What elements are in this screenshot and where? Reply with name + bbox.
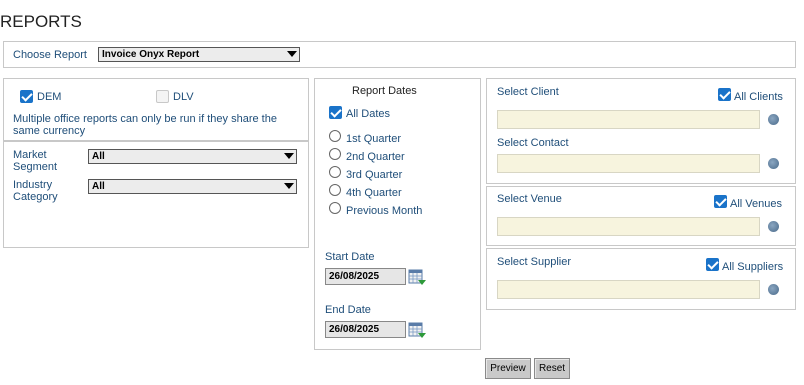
dem-checkbox[interactable] [20, 90, 33, 103]
select-client-label: Select Client [497, 86, 559, 98]
dlv-label: DLV [173, 91, 194, 103]
all-dates-checkbox[interactable] [329, 106, 342, 119]
quarter-3-radio[interactable] [329, 166, 341, 178]
client-panel: Select Client All Clients Select Contact [486, 78, 796, 184]
market-segment-value: All [92, 151, 105, 162]
quarter-2-label: 2nd Quarter [346, 151, 405, 163]
all-clients-checkbox[interactable] [718, 88, 731, 101]
all-dates-label: All Dates [346, 108, 391, 120]
supplier-panel: Select Supplier All Suppliers [486, 248, 796, 310]
client-field[interactable] [497, 110, 760, 129]
globe-icon[interactable] [768, 114, 779, 125]
quarter-2-radio[interactable] [329, 148, 341, 160]
all-suppliers-label: All Suppliers [722, 261, 784, 273]
previous-month-label: Previous Month [346, 205, 423, 217]
supplier-field[interactable] [497, 280, 760, 299]
quarter-3-label: 3rd Quarter [346, 169, 403, 181]
globe-icon[interactable] [768, 158, 779, 169]
quarter-1-radio[interactable] [329, 130, 341, 142]
choose-report-panel: Choose Report Invoice Onyx Report [3, 41, 796, 68]
calendar-icon[interactable] [408, 269, 426, 285]
chevron-down-icon [284, 153, 294, 159]
reset-button[interactable]: Reset [534, 358, 570, 379]
calendar-icon[interactable] [408, 322, 426, 338]
select-contact-label: Select Contact [497, 137, 569, 149]
start-date-label: Start Date [325, 251, 375, 263]
select-venue-label: Select Venue [497, 193, 562, 205]
all-clients-label: All Clients [734, 91, 783, 103]
end-date-label: End Date [325, 304, 371, 316]
start-date-input[interactable]: 26/08/2025 [325, 268, 406, 285]
previous-month-radio[interactable] [329, 202, 341, 214]
filters-panel: Market Segment All Industry Category All [3, 141, 309, 248]
quarter-1-label: 1st Quarter [346, 133, 402, 145]
end-date-input[interactable]: 26/08/2025 [325, 321, 406, 338]
dem-label: DEM [37, 91, 62, 103]
venue-panel: Select Venue All Venues [486, 186, 796, 246]
report-dates-panel: Report Dates All Dates 1st Quarter 2nd Q… [314, 78, 481, 350]
choose-report-label: Choose Report [13, 49, 87, 61]
market-segment-label: Market Segment [13, 149, 58, 173]
chevron-down-icon [284, 183, 294, 189]
market-segment-select[interactable]: All [88, 149, 297, 164]
all-venues-checkbox[interactable] [714, 195, 727, 208]
report-dates-title: Report Dates [352, 85, 417, 97]
all-venues-label: All Venues [730, 198, 782, 210]
offices-note: Multiple office reports can only be run … [13, 113, 277, 137]
venue-field[interactable] [497, 217, 760, 236]
offices-panel: DEM DLV Multiple office reports can only… [3, 78, 309, 141]
choose-report-value: Invoice Onyx Report [102, 49, 200, 60]
industry-category-select[interactable]: All [88, 179, 297, 194]
globe-icon[interactable] [768, 221, 779, 232]
choose-report-select[interactable]: Invoice Onyx Report [98, 47, 300, 62]
industry-category-label: Industry Category [13, 179, 58, 203]
chevron-down-icon [287, 51, 297, 57]
quarter-4-radio[interactable] [329, 184, 341, 196]
dlv-checkbox[interactable] [156, 90, 169, 103]
globe-icon[interactable] [768, 284, 779, 295]
preview-button[interactable]: Preview [485, 358, 531, 379]
industry-category-value: All [92, 181, 105, 192]
quarter-4-label: 4th Quarter [346, 187, 402, 199]
all-suppliers-checkbox[interactable] [706, 258, 719, 271]
contact-field[interactable] [497, 154, 760, 173]
select-supplier-label: Select Supplier [497, 256, 571, 268]
page-title: REPORTS [0, 12, 82, 31]
